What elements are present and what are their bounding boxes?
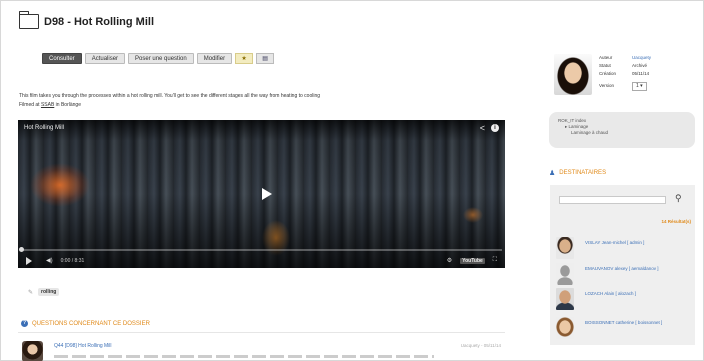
recipient-name[interactable]: BOISSONNET catherine [ boissonnet ] xyxy=(585,320,662,325)
version-select[interactable]: 1 ▾ xyxy=(632,82,647,91)
divider xyxy=(18,332,505,333)
refresh-button[interactable]: Actualiser xyxy=(84,53,126,64)
youtube-logo-icon[interactable]: YouTube xyxy=(460,257,485,264)
owner-avatar xyxy=(554,54,592,95)
recipient-name[interactable]: LOZACH Alain [ alozach ] xyxy=(585,291,636,296)
recipients-panel: ⚲ 14 Résultat(s) VISLAY Jean-michel [ ad… xyxy=(550,185,695,345)
result-count: 14 Résultat(s) xyxy=(661,219,691,224)
fullscreen-icon[interactable]: ⛶ xyxy=(493,257,497,264)
filmed-at-line: Filmed at SSAB in Borlänge xyxy=(19,101,320,110)
recipients-title: DESTINATAIRES xyxy=(559,170,607,176)
tree-level2-label: Laminage xyxy=(568,124,589,129)
page-title: D98 - Hot Rolling Mill xyxy=(44,15,154,28)
info-icon[interactable]: i xyxy=(491,124,499,132)
edit-button[interactable]: Modifier xyxy=(196,53,233,64)
ask-question-button[interactable]: Poser une question xyxy=(128,53,194,64)
play-icon[interactable] xyxy=(262,188,272,200)
avatar xyxy=(556,317,574,339)
recipient-item[interactable]: LOZACH Alain [ alozach ] xyxy=(556,288,691,310)
meta-created-value: 05/11/14 xyxy=(632,71,650,76)
avatar xyxy=(556,263,574,285)
recipient-search-input[interactable] xyxy=(559,196,666,204)
meta-version-label: Version xyxy=(599,83,615,88)
question-title[interactable]: Q44 [D98] Hot Rolling Mill xyxy=(54,343,112,349)
meta-status-value: Archivé xyxy=(632,63,648,68)
print-icon[interactable]: ▤ xyxy=(256,53,275,64)
video-controls: ◀) 0:00 / 8:31 ⚙ YouTube ⛶ xyxy=(18,253,505,268)
recipient-name[interactable]: EMAUVANOV alexey [ aemaldanov ] xyxy=(585,266,658,271)
recipient-item[interactable]: BOISSONNET catherine [ boissonnet ] xyxy=(556,317,691,339)
consult-button[interactable]: Consulter xyxy=(42,53,82,64)
recipient-name[interactable]: VISLAY Jean-michel [ admin ] xyxy=(585,240,644,245)
question-snippet xyxy=(54,355,434,358)
avatar xyxy=(556,237,574,259)
recipient-item[interactable]: EMAUVANOV alexey [ aemaldanov ] xyxy=(556,263,691,285)
share-icon[interactable]: < xyxy=(480,123,485,133)
recipient-item[interactable]: VISLAY Jean-michel [ admin ] xyxy=(556,237,691,259)
description-text: This film takes you through the processe… xyxy=(19,93,321,99)
video-title[interactable]: Hot Rolling Mill xyxy=(24,125,64,131)
toolbar: Consulter Actualiser Poser une question … xyxy=(42,53,275,64)
favorite-star-icon[interactable]: ★ xyxy=(235,53,254,64)
volume-icon[interactable]: ◀) xyxy=(46,257,53,264)
question-icon: ? xyxy=(21,320,28,327)
title-row: D98 - Hot Rolling Mill xyxy=(18,11,154,29)
question-meta: Uacquety - 05/11/14 xyxy=(460,343,501,348)
tag[interactable]: rolling xyxy=(38,288,60,296)
meta-created-label: Création xyxy=(599,71,617,76)
avatar xyxy=(556,288,574,310)
tag-icon: ✎ xyxy=(28,289,34,296)
settings-gear-icon[interactable]: ⚙ xyxy=(447,257,452,264)
meta-status-label: Statut xyxy=(599,63,611,68)
search-icon[interactable]: ⚲ xyxy=(675,193,682,204)
user-icon: ♟ xyxy=(549,170,556,177)
recipients-header: ♟ DESTINATAIRES xyxy=(549,169,606,177)
controls-right: ⚙ YouTube ⛶ xyxy=(447,257,497,264)
questions-section-title: QUESTIONS CONCERNANT CE DOSSIER xyxy=(32,320,150,327)
control-play-icon[interactable] xyxy=(26,256,32,265)
question-row[interactable]: Q44 [D98] Hot Rolling Mill Uacquety - 05… xyxy=(18,337,505,361)
tag-row: ✎ rolling xyxy=(28,288,60,296)
tree-level3[interactable]: Laminage à chaud xyxy=(558,130,686,136)
video-player[interactable]: Hot Rolling Mill < i ◀) 0:00 / 8:31 ⚙ Yo… xyxy=(18,120,505,268)
meta-author-value[interactable]: Uacquety xyxy=(632,54,651,62)
meta-author-label: Auteur xyxy=(599,55,613,60)
page: D98 - Hot Rolling Mill Consulter Actuali… xyxy=(0,0,704,361)
description: This film takes you through the processe… xyxy=(19,92,320,110)
filmed-prefix: Filmed at xyxy=(19,102,41,108)
avatar xyxy=(22,341,43,361)
progress-knob[interactable] xyxy=(19,247,24,252)
questions-header: ? QUESTIONS CONCERNANT CE DOSSIER xyxy=(21,320,150,327)
progress-bar[interactable] xyxy=(19,247,502,252)
video-time: 0:00 / 8:31 xyxy=(60,257,85,264)
filmed-suffix: in Borlänge xyxy=(54,102,81,108)
ssab-link[interactable]: SSAB xyxy=(41,102,54,108)
classification-tree: ROK_IT index ▸ Laminage Laminage à chaud xyxy=(549,112,695,148)
folder-icon xyxy=(18,11,39,29)
document-meta: Auteur Uacquety Statut Archivé Création 05/… xyxy=(599,54,651,91)
